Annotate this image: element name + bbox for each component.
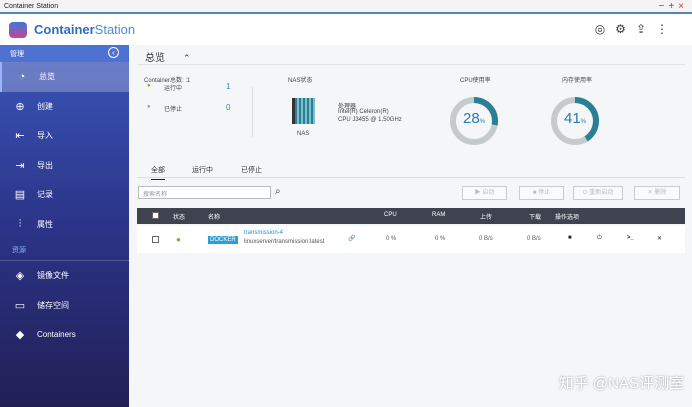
cpu-usage-value: 28%	[462, 110, 486, 127]
running-icon: ●	[147, 83, 151, 89]
chevron-up-icon[interactable]: ⌃	[183, 53, 191, 63]
delete-button[interactable]: ✕ 删除	[634, 186, 680, 200]
cpu-usage-label: CPU使用率	[460, 78, 491, 84]
stopped-label: 已停止	[164, 107, 183, 113]
more-vert-icon[interactable]: ⋮	[656, 22, 668, 36]
tab-stopped[interactable]: 已停止	[241, 165, 262, 175]
filter-tabs: 全部 运行中 已停止	[137, 162, 685, 180]
col-ram: RAM	[432, 212, 446, 218]
sidebar-section-manage: 管理 ‹	[0, 45, 129, 62]
title-bar: Container Station −+×	[0, 0, 692, 14]
ram-cell: 0 %	[435, 236, 446, 242]
select-all-checkbox[interactable]	[152, 212, 159, 219]
window-title: Container Station	[4, 3, 59, 10]
collapse-sidebar-icon[interactable]: ‹	[108, 47, 119, 58]
sidebar-item-label: Containers	[37, 330, 76, 340]
mem-usage-label: 内存使用率	[562, 78, 593, 84]
col-status: 状态	[173, 215, 186, 221]
power-icon[interactable]: ⏻	[597, 235, 602, 242]
sidebar-item-label: 储存空间	[37, 300, 69, 310]
nas-device-icon	[292, 98, 315, 124]
sidebar-item-export[interactable]: ⇥ 导出	[0, 151, 129, 181]
stopped-icon: ●	[147, 104, 151, 110]
gear-icon[interactable]: ⚙	[615, 22, 626, 36]
storage-icon: ▭	[14, 299, 26, 312]
document-icon: ▤	[14, 189, 26, 202]
processor-line2: CPU J3455 @ 1.50GHz	[338, 117, 402, 123]
overview-stats: Container总数: :1 ● 运行中 1 ● 已停止 0 NAS状态 NA…	[137, 67, 685, 153]
iot-icon[interactable]: ◎	[595, 22, 605, 36]
sidebar-item-import[interactable]: ⇤ 导入	[0, 121, 129, 151]
table-header: 状态 名称 CPU RAM 上传 下载 操作选项	[137, 208, 685, 224]
sidebar-item-overview[interactable]: ◔ 总览	[0, 62, 129, 92]
running-label: 运行中	[164, 86, 183, 92]
dashboard-icon: ◔	[18, 70, 26, 83]
sidebar-item-label: 总览	[39, 72, 55, 82]
col-upload: 上传	[480, 215, 493, 221]
sidebar-item-images[interactable]: ◈ 镜像文件	[0, 261, 129, 291]
terminal-icon[interactable]: >_	[627, 235, 634, 241]
cpu-cell: 0 %	[386, 236, 397, 242]
stop-button[interactable]: ■ 停止	[519, 186, 564, 200]
stopped-count: 0	[226, 103, 231, 112]
sidebar-item-label: 导出	[37, 160, 53, 170]
remove-icon[interactable]: ✕	[657, 235, 662, 242]
upload-cell: 0 B/s	[479, 236, 493, 242]
container-image: linuxserver/transmission:latest	[244, 239, 325, 245]
sidebar-item-storage[interactable]: ▭ 储存空间	[0, 291, 129, 321]
maximize-button[interactable]: +	[668, 1, 678, 12]
stop-icon[interactable]: ■	[568, 235, 572, 241]
download-cell: 0 B/s	[527, 236, 541, 242]
running-count: 1	[226, 82, 231, 91]
processor-line1: Intel(R) Celeron(R)	[338, 109, 389, 115]
divider	[252, 87, 253, 137]
col-actions: 操作选项	[555, 215, 580, 221]
table-row: ● DOCKER transmission-4 linuxserver/tran…	[137, 226, 685, 253]
export-icon[interactable]: ⇪	[636, 22, 646, 36]
start-button[interactable]: ▶ 启动	[462, 186, 507, 200]
brand-name: ContainerStation	[34, 22, 136, 37]
sidebar-item-label: 属性	[37, 219, 53, 229]
plus-icon: ⊕	[15, 100, 25, 113]
col-name: 名称	[208, 215, 221, 221]
sidebar-item-properties[interactable]: ⫶ 属性	[0, 210, 129, 240]
app-header: ContainerStation ◎ ⚙ ⇪ ⋮	[0, 14, 692, 45]
mem-usage-value: 41%	[563, 110, 587, 127]
minimize-button[interactable]: −	[658, 1, 668, 12]
sidebar-item-label: 导入	[37, 131, 53, 141]
tab-all[interactable]: 全部	[151, 165, 165, 180]
main-content: 总览 ⌃ Container总数: :1 ● 运行中 1 ● 已停止 0 NAS状…	[129, 45, 692, 407]
close-button[interactable]: ×	[678, 1, 688, 12]
sliders-icon: ⫶	[18, 217, 22, 230]
container-name-link[interactable]: transmission-4	[244, 230, 283, 236]
sidebar-item-containers[interactable]: ◆ Containers	[0, 320, 129, 350]
nas-label: NAS	[297, 131, 310, 137]
import-icon: ⇤	[15, 130, 25, 143]
export-icon: ⇥	[15, 159, 25, 172]
docker-badge: DOCKER	[208, 236, 238, 244]
row-checkbox[interactable]	[152, 236, 159, 243]
sidebar-item-create[interactable]: ⊕ 创建	[0, 92, 129, 122]
link-icon[interactable]: 🔗	[348, 235, 355, 242]
search-input[interactable]: 搜索名称	[138, 186, 271, 199]
col-cpu: CPU	[384, 212, 397, 218]
tab-running[interactable]: 运行中	[192, 165, 213, 175]
sidebar-item-label: 镜像文件	[37, 271, 69, 281]
sidebar-item-label: 记录	[37, 190, 53, 200]
sidebar: 管理 ‹ ◔ 总览 ⊕ 创建 ⇤ 导入 ⇥ 导出 ▤ 记录 ⫶ 属性 资源 ◈ 镜像文件 ▭ 储存…	[0, 45, 129, 407]
search-icon[interactable]: ⌕	[275, 186, 281, 197]
app-logo-icon	[9, 22, 27, 38]
overview-header[interactable]: 总览 ⌃	[137, 45, 685, 65]
layers-icon: ◈	[15, 270, 25, 283]
watermark: 知乎 @NAS评测室	[558, 375, 684, 392]
restart-button[interactable]: ⏻ 重新启动	[573, 186, 623, 200]
sidebar-item-logs[interactable]: ▤ 记录	[0, 180, 129, 210]
sidebar-item-label: 创建	[37, 101, 53, 111]
page-title: 总览	[145, 53, 165, 64]
nas-status-label: NAS状态	[288, 78, 313, 84]
sidebar-section-resources: 资源	[0, 239, 129, 261]
col-download: 下载	[529, 215, 542, 221]
cube-icon: ◆	[15, 329, 25, 342]
running-status-icon: ●	[176, 235, 181, 244]
